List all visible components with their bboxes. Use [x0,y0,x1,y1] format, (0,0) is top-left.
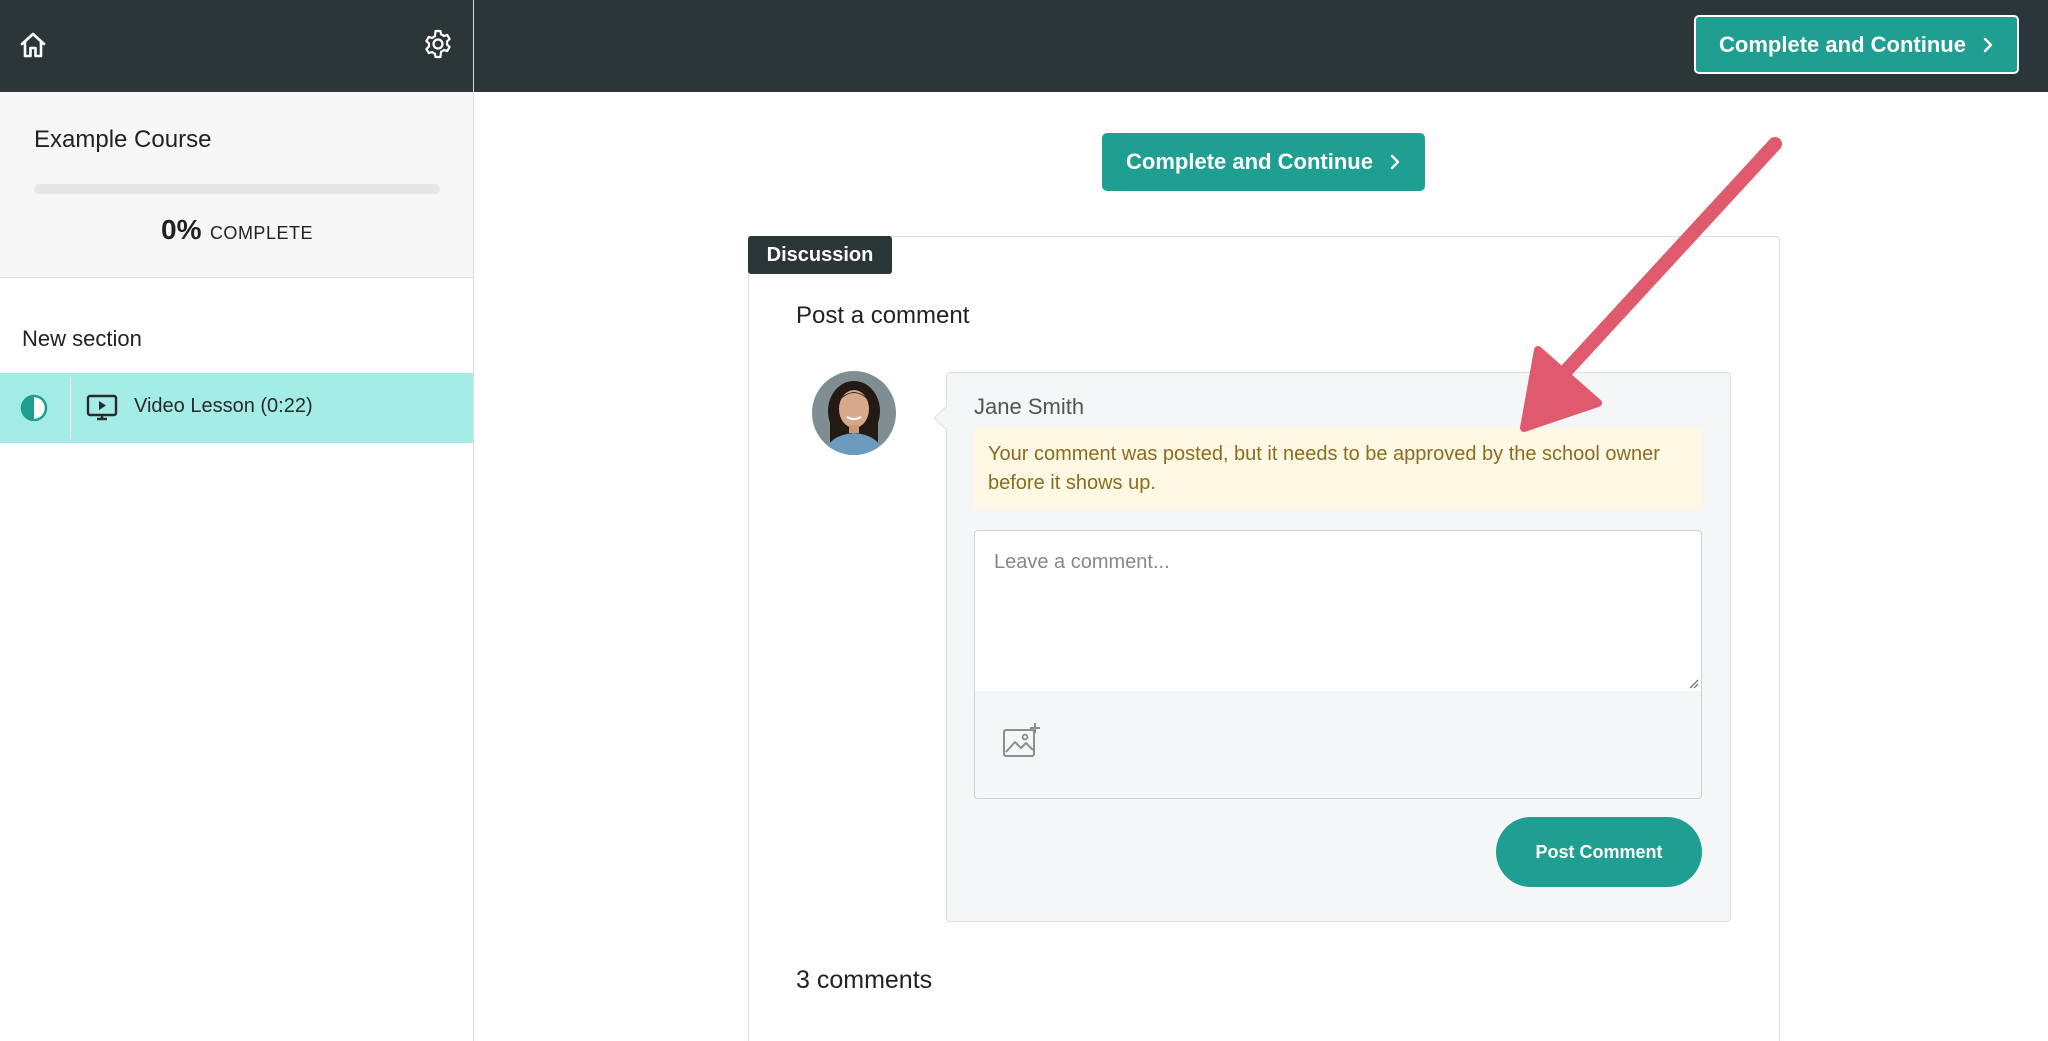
section-title: New section [22,326,142,351]
home-icon[interactable] [18,30,48,60]
resize-grip-icon[interactable] [1687,677,1699,689]
comment-caret [933,406,948,430]
progress-bar [34,184,440,194]
course-sidebar: Example Course 0% COMPLETE New section V… [0,0,474,1041]
post-comment-heading: Post a comment [796,302,970,329]
course-progress-panel: Example Course 0% COMPLETE [0,92,473,278]
half-circle-status-icon [20,394,48,422]
chevron-right-icon [1983,37,1993,52]
complete-and-continue-button[interactable]: Complete and Continue [1102,133,1425,191]
lesson-divider [70,377,71,439]
gear-icon[interactable] [422,28,454,60]
chevron-right-icon [1390,154,1400,170]
progress-label: COMPLETE [209,223,313,243]
course-title: Example Course [34,126,212,153]
button-label: Complete and Continue [1126,149,1373,174]
avatar [812,371,896,455]
discussion-tag: Discussion [748,236,892,274]
video-icon [86,394,118,422]
progress-percent: 0% [161,214,202,245]
lesson-label: Video Lesson (0:22) [134,395,313,417]
image-add-icon[interactable] [1002,722,1042,760]
sidebar-header [0,0,473,92]
lesson-item-video-lesson[interactable]: Video Lesson (0:22) [0,373,473,443]
comment-textarea[interactable] [974,530,1702,692]
post-comment-button[interactable]: Post Comment [1496,817,1702,887]
comments-count: 3 comments [796,966,933,994]
progress-text: 0% COMPLETE [0,214,474,246]
moderation-notice: Your comment was posted, but it needs to… [974,428,1702,510]
button-label: Complete and Continue [1719,31,1966,57]
complete-and-continue-button-top[interactable]: Complete and Continue [1694,15,2019,74]
comment-attachment-bar [974,691,1702,799]
comment-author-name: Jane Smith [974,394,1085,419]
